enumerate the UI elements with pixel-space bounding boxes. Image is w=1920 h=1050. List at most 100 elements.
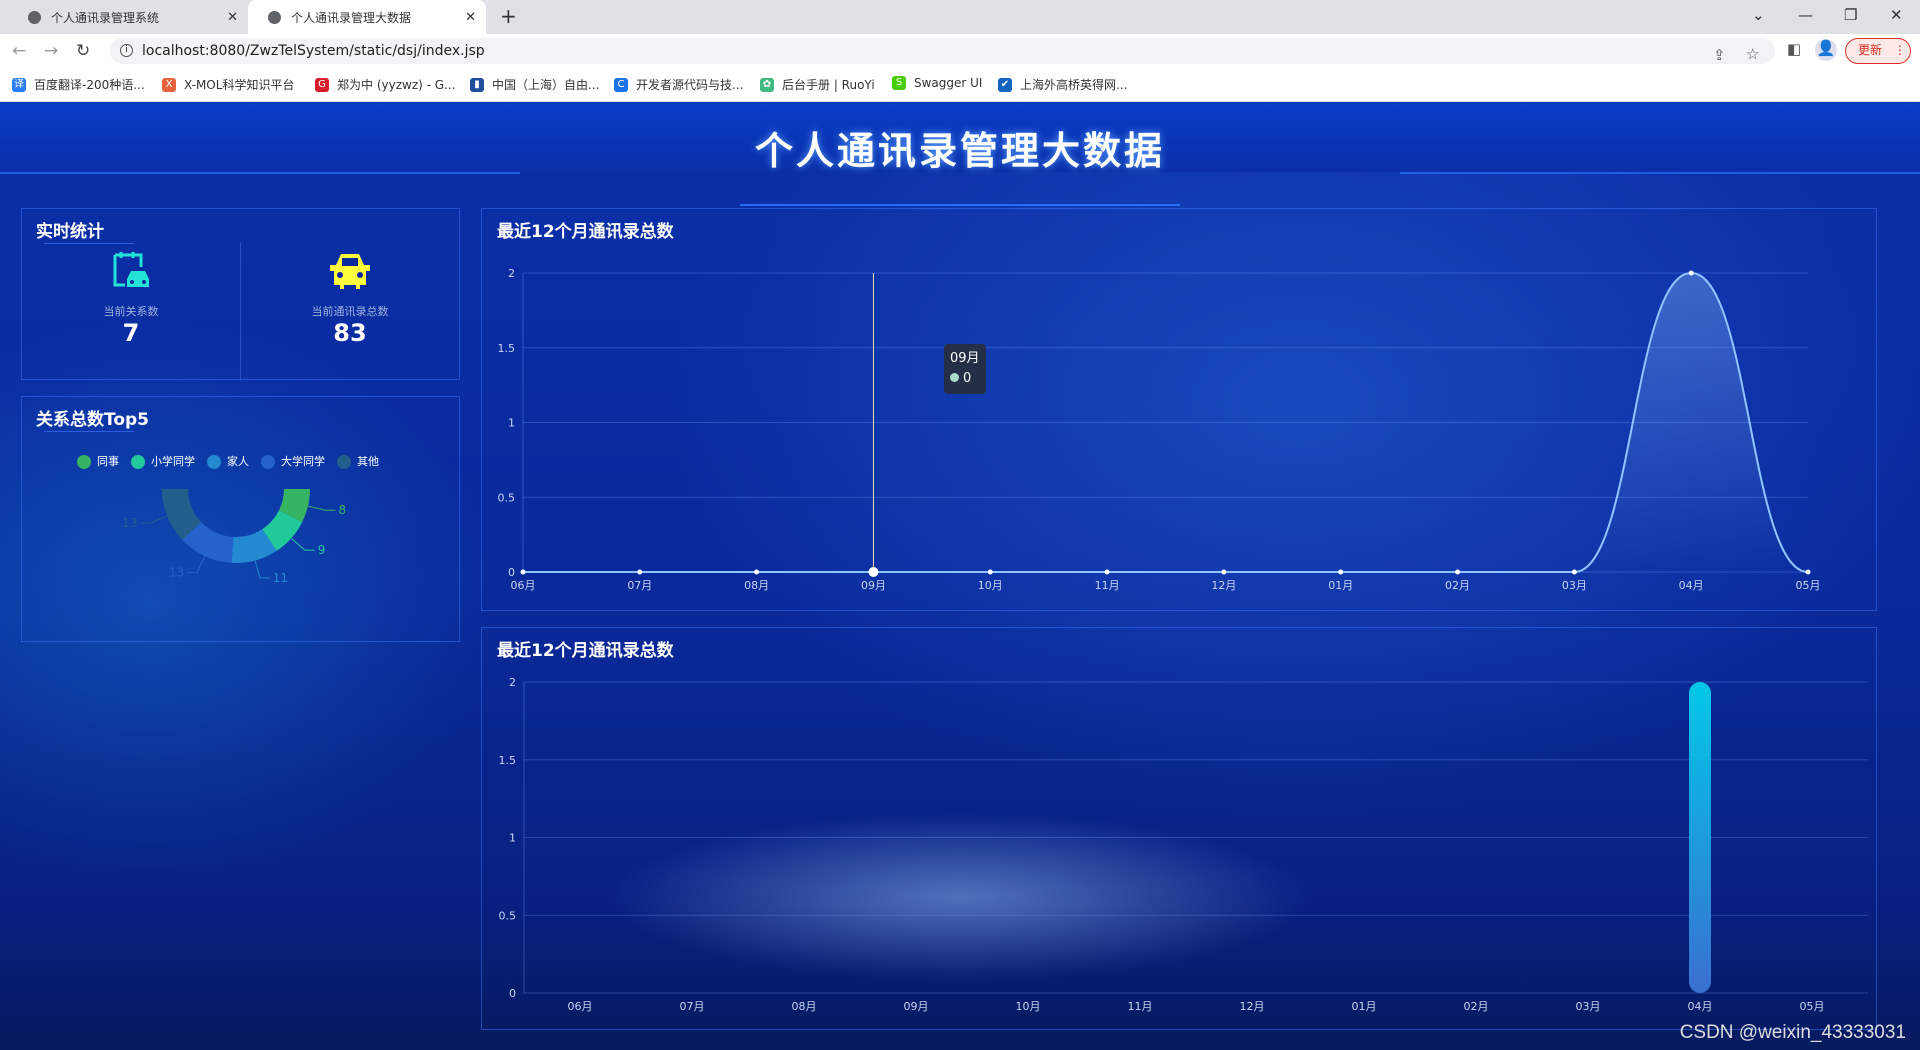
- bookmark-label: 开发者源代码与技...: [636, 78, 744, 92]
- update-label: 更新: [1858, 43, 1883, 57]
- legend-item[interactable]: 大学同学: [261, 453, 325, 469]
- bookmark-item[interactable]: G 郑为中 (yyzwz) - G...: [315, 76, 456, 93]
- legend-label: 同事: [97, 455, 119, 468]
- tab-big-data[interactable]: 个人通讯录管理大数据 ✕: [248, 0, 486, 34]
- forward-button[interactable]: →: [44, 41, 58, 61]
- bookmark-star-icon[interactable]: ☆: [1746, 41, 1759, 67]
- tooltip-value: 0: [963, 371, 972, 386]
- tab-strip: 个人通讯录管理系统 ✕ 个人通讯录管理大数据 ✕ + ⌄ — ❐ ✕: [0, 0, 1920, 34]
- legend-item[interactable]: 其他: [337, 453, 379, 469]
- x-tick-label: 11月: [1128, 1000, 1153, 1013]
- x-tick-label: 02月: [1464, 1000, 1489, 1013]
- bookmark-label: 百度翻译-200种语...: [34, 78, 145, 92]
- minimize-button[interactable]: —: [1798, 6, 1813, 24]
- chart-tooltip: 09月 0: [944, 344, 986, 394]
- tab-contact-system[interactable]: 个人通讯录管理系统 ✕: [8, 0, 248, 34]
- bookmark-favicon-icon: ✔: [998, 77, 1012, 92]
- bookmark-item[interactable]: ▮ 中国（上海）自由...: [470, 76, 599, 93]
- bookmark-favicon-icon: G: [315, 77, 329, 92]
- top5-panel: 关系总数Top5 同事 小学同学 家人 大学同学 其他 8 9 11 13 13: [21, 396, 460, 642]
- data-point: [868, 567, 879, 577]
- update-button[interactable]: 更新 ⋮: [1845, 38, 1911, 64]
- realtime-stats-panel: 实时统计 当前关系数 7 当前通讯录总数 83: [21, 208, 460, 380]
- bookmark-label: 郑为中 (yyzwz) - G...: [337, 78, 456, 92]
- bar-chart[interactable]: 0 0.5 1 1.5 2 06月 07月 08月 09月 10月 11月 12月 01月 02月 03月 0…: [482, 628, 1878, 1031]
- y-tick-label: 0: [508, 566, 515, 579]
- restore-button[interactable]: ❐: [1844, 6, 1857, 24]
- info-icon[interactable]: i: [120, 44, 133, 57]
- car-icon: [330, 254, 370, 289]
- bookmark-label: Swagger UI: [914, 76, 983, 90]
- close-tab-icon[interactable]: ✕: [465, 10, 476, 25]
- stat-label: 当前关系数: [103, 305, 159, 318]
- label-leader-line: [140, 515, 168, 524]
- url-input[interactable]: i localhost:8080/ZwzTelSystem/static/dsj/…: [110, 38, 1775, 64]
- legend-item[interactable]: 家人: [207, 453, 249, 469]
- x-tick-label: 04月: [1688, 1000, 1713, 1013]
- x-tick-label: 08月: [744, 579, 769, 592]
- bookmark-label: 后台手册 | RuoYi: [782, 78, 875, 92]
- x-tick-label: 12月: [1240, 1000, 1265, 1013]
- reload-button[interactable]: ↻: [76, 41, 90, 61]
- bookmark-item[interactable]: 译百度翻译-200种语...: [12, 76, 145, 93]
- new-tab-button[interactable]: +: [500, 4, 517, 28]
- bookmark-favicon-icon: ✿: [760, 77, 774, 92]
- side-panel-icon[interactable]: ◧: [1787, 40, 1801, 58]
- x-tick-label: 05月: [1800, 1000, 1825, 1013]
- donut-value-label: 9: [318, 543, 326, 557]
- line-chart[interactable]: 0 0.5 1 1.5 2 06月 07月 08月 09月 10月 11月 12月 01月 02月 03月 0…: [482, 209, 1878, 612]
- x-tick-label: 11月: [1095, 579, 1120, 592]
- stat-contact-count: 当前通讯录总数 83: [241, 249, 459, 347]
- x-tick-label: 03月: [1562, 579, 1587, 592]
- stat-value: 83: [333, 319, 367, 347]
- donut-chart: 8 9 11 13 13: [122, 489, 346, 585]
- bookmark-favicon-icon: C: [614, 77, 628, 92]
- donut-legend: 同事 小学同学 家人 大学同学 其他: [77, 453, 385, 469]
- back-button[interactable]: ←: [12, 41, 26, 61]
- legend-label: 小学同学: [151, 455, 195, 468]
- bookmark-item[interactable]: C 开发者源代码与技...: [614, 76, 743, 93]
- globe-icon: [268, 10, 281, 24]
- bookmark-item[interactable]: ✿ 后台手册 | RuoYi: [760, 76, 875, 93]
- x-tick-label: 09月: [904, 1000, 929, 1013]
- y-tick-label: 0: [509, 987, 516, 1000]
- close-tab-icon[interactable]: ✕: [227, 10, 238, 25]
- x-tick-label: 01月: [1328, 579, 1353, 592]
- x-tick-label: 10月: [978, 579, 1003, 592]
- x-tick-label: 05月: [1796, 579, 1821, 592]
- close-window-button[interactable]: ✕: [1890, 6, 1903, 24]
- x-tick-label: 09月: [861, 579, 886, 592]
- tooltip-category: 09月: [950, 351, 980, 366]
- divider: [44, 243, 134, 244]
- y-tick-label: 1.5: [498, 342, 516, 355]
- tab-search-chevron-icon[interactable]: ⌄: [1752, 6, 1765, 24]
- bookmark-label: 上海外高桥英得网...: [1020, 78, 1128, 92]
- share-icon[interactable]: ⇪: [1713, 42, 1726, 68]
- bookmark-label: X-MOL科学知识平台: [184, 78, 295, 92]
- bookmark-favicon-icon: 译: [12, 77, 26, 92]
- bookmark-item[interactable]: X X-MOL科学知识平台: [162, 76, 294, 93]
- x-tick-label: 06月: [511, 579, 536, 592]
- bookmark-item[interactable]: S Swagger UI: [892, 76, 982, 90]
- y-tick-label: 2: [509, 676, 516, 689]
- bookmark-label: 中国（上海）自由...: [492, 78, 600, 92]
- data-point: [987, 569, 993, 575]
- bookmarks-bar: 译百度翻译-200种语... X X-MOL科学知识平台 G 郑为中 (yyzwz) -…: [0, 68, 1920, 102]
- stat-label: 当前通讯录总数: [311, 305, 389, 318]
- legend-item[interactable]: 同事: [77, 453, 119, 469]
- bookmark-favicon-icon: ▮: [470, 77, 484, 92]
- data-point: [1805, 569, 1811, 575]
- legend-label: 其他: [357, 455, 379, 468]
- legend-item[interactable]: 小学同学: [131, 453, 195, 469]
- profile-avatar-icon[interactable]: 👤: [1815, 39, 1837, 61]
- stat-value: 7: [122, 319, 140, 347]
- menu-dots-icon[interactable]: ⋮: [1894, 43, 1906, 57]
- legend-label: 家人: [227, 455, 249, 468]
- x-tick-label: 03月: [1576, 1000, 1601, 1013]
- bookmark-item[interactable]: ✔ 上海外高桥英得网...: [998, 76, 1127, 93]
- y-tick-label: 1.5: [499, 754, 517, 767]
- clipboard-car-icon: [113, 252, 149, 287]
- y-tick-label: 2: [508, 267, 515, 280]
- y-tick-label: 0.5: [499, 909, 517, 922]
- x-tick-label: 06月: [568, 1000, 593, 1013]
